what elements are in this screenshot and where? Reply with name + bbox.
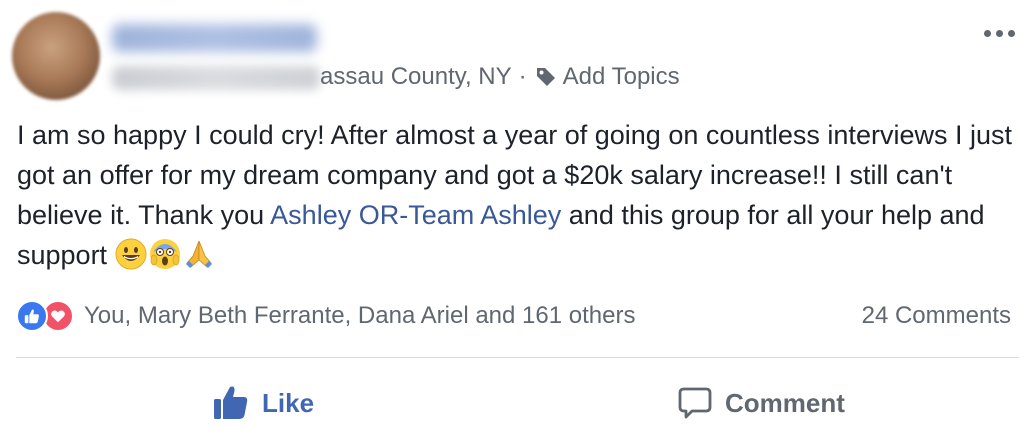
divider [16, 357, 1019, 358]
folded-hands-emoji-icon [183, 238, 215, 270]
post-date-blurred[interactable] [112, 66, 320, 90]
like-reaction-icon[interactable] [16, 300, 48, 332]
comment-button[interactable]: Comment [677, 380, 845, 426]
author-name-blurred[interactable] [112, 24, 317, 52]
post-meta: assau County, NY · Add Topics [320, 63, 680, 91]
tag-icon[interactable] [534, 65, 558, 89]
thumbs-up-icon [214, 386, 248, 419]
reactions-bar[interactable]: You, Mary Beth Ferrante, Dana Ariel and … [16, 300, 635, 332]
post-location[interactable]: assau County, NY [320, 63, 512, 91]
like-label: Like [262, 387, 315, 418]
add-topics-link[interactable]: Add Topics [563, 63, 680, 91]
face-screaming-in-fear-emoji-icon [149, 238, 181, 270]
reaction-summary[interactable]: You, Mary Beth Ferrante, Dana Ariel and … [84, 302, 635, 330]
meta-separator: · [518, 63, 527, 90]
author-avatar[interactable] [12, 12, 100, 100]
grinning-face-emoji-icon [115, 238, 147, 270]
comments-count-link[interactable]: 24 Comments [862, 302, 1011, 330]
post-body: I am so happy I could cry! After almost … [17, 115, 1017, 275]
like-button[interactable]: Like [212, 380, 314, 426]
comment-label: Comment [725, 387, 845, 418]
mention-link[interactable]: Ashley OR-Team Ashley [270, 200, 561, 230]
more-options-icon[interactable] [984, 30, 1015, 37]
comment-bubble-icon [678, 387, 712, 419]
